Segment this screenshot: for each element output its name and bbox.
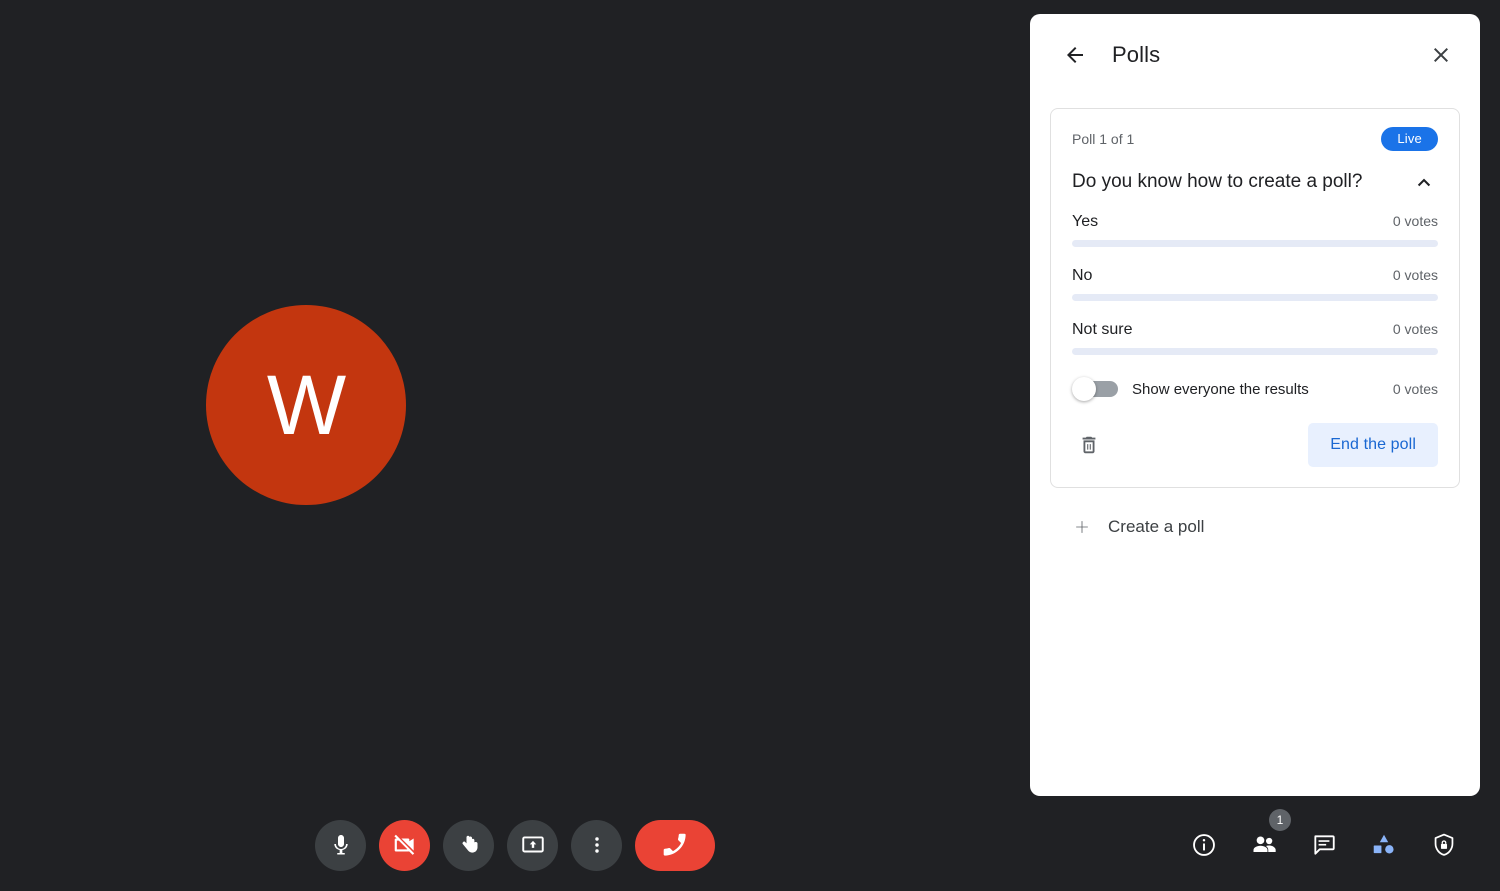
microphone-button[interactable]	[315, 819, 366, 871]
raised-hand-icon	[462, 835, 477, 853]
show-results-row: Show everyone the results 0 votes	[1072, 377, 1438, 401]
arrow-left-icon	[1067, 47, 1083, 63]
activities-shapes-icon	[1373, 834, 1394, 854]
panel-title: Polls	[1112, 42, 1161, 67]
poll-card-header: Poll 1 of 1 Live	[1072, 125, 1438, 153]
trash-icon	[1082, 436, 1096, 454]
poll-option-row: Yes 0 votes	[1072, 213, 1438, 231]
more-vertical-icon	[594, 837, 599, 853]
poll-option-bar	[1072, 348, 1438, 355]
poll-option-row: No 0 votes	[1072, 267, 1438, 285]
poll-option-votes: 0 votes	[1392, 213, 1438, 229]
poll-card: Poll 1 of 1 Live Do you know how to crea…	[1050, 108, 1460, 488]
participants-button[interactable]: 1	[1244, 809, 1291, 865]
poll-options-list: Yes 0 votes No 0 votes Not sure 0 votes	[1072, 213, 1438, 355]
avatar-initial: W	[266, 358, 346, 452]
back-button[interactable]	[1058, 38, 1092, 72]
info-icon	[1193, 834, 1215, 856]
present-screen-icon	[521, 836, 544, 853]
meeting-right-bar: 1	[1030, 799, 1500, 891]
hangup-phone-icon	[663, 833, 686, 856]
shield-lock-icon	[1434, 833, 1454, 856]
poll-index-label: Poll 1 of 1	[1072, 131, 1135, 147]
chat-button[interactable]	[1304, 825, 1344, 865]
poll-option-row: Not sure 0 votes	[1072, 321, 1438, 339]
video-stage: W	[0, 0, 1030, 891]
end-poll-button[interactable]: End the poll	[1308, 423, 1438, 467]
plus-icon	[1072, 517, 1092, 537]
people-icon	[1253, 836, 1276, 852]
show-results-label: Show everyone the results	[1132, 380, 1309, 398]
poll-option-bar	[1072, 294, 1438, 301]
meeting-control-bar	[0, 799, 1030, 891]
poll-option: No 0 votes	[1072, 267, 1438, 301]
create-poll-button[interactable]: Create a poll	[1072, 517, 1204, 537]
status-badge: Live	[1381, 127, 1438, 151]
leave-call-button[interactable]	[635, 819, 715, 871]
poll-option-label: No	[1072, 267, 1093, 284]
delete-poll-button[interactable]	[1072, 428, 1106, 462]
poll-option: Yes 0 votes	[1072, 213, 1438, 247]
microphone-icon	[333, 835, 348, 855]
participants-count-badge: 1	[1269, 809, 1291, 831]
present-screen-button[interactable]	[507, 819, 558, 871]
poll-actions: End the poll	[1072, 423, 1438, 467]
total-votes-label: 0 votes	[1392, 381, 1438, 397]
chat-bubble-icon	[1314, 835, 1335, 855]
chevron-up-icon	[1417, 178, 1431, 187]
raise-hand-button[interactable]	[443, 819, 494, 871]
activities-button[interactable]	[1364, 825, 1404, 865]
poll-option-label: Yes	[1072, 213, 1099, 230]
close-panel-button[interactable]	[1424, 38, 1458, 72]
avatar: W	[206, 305, 406, 505]
poll-option-votes: 0 votes	[1392, 321, 1438, 337]
close-icon	[1434, 48, 1448, 62]
poll-question: Do you know how to create a poll?	[1072, 171, 1363, 192]
meeting-details-button[interactable]	[1184, 825, 1224, 865]
polls-panel: Polls Poll 1 of 1 Live Do you know how t…	[1030, 14, 1480, 796]
poll-option-bar	[1072, 240, 1438, 247]
host-controls-button[interactable]	[1424, 825, 1464, 865]
poll-option-label: Not sure	[1072, 321, 1133, 338]
show-results-toggle[interactable]	[1072, 377, 1120, 401]
poll-option: Not sure 0 votes	[1072, 321, 1438, 355]
poll-question-row: Do you know how to create a poll?	[1072, 167, 1438, 197]
camera-off-icon	[393, 834, 414, 855]
camera-button[interactable]	[379, 819, 430, 871]
more-options-button[interactable]	[571, 819, 622, 871]
poll-option-votes: 0 votes	[1392, 267, 1438, 283]
create-poll-label: Create a poll	[1108, 517, 1205, 536]
collapse-poll-button[interactable]	[1410, 167, 1438, 197]
panel-header: Polls	[1030, 14, 1480, 96]
toggle-knob	[1072, 377, 1096, 401]
